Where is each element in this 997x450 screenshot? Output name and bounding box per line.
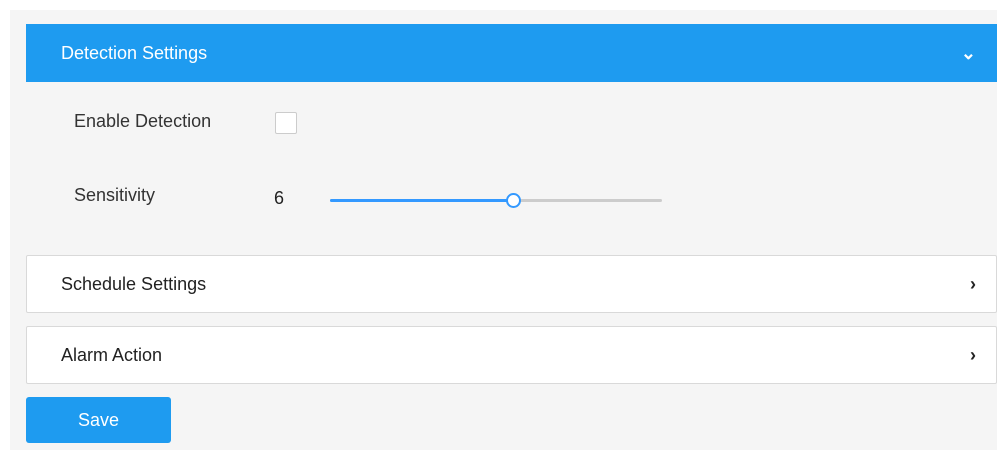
schedule-settings-title: Schedule Settings bbox=[61, 273, 207, 294]
sensitivity-value: 6 bbox=[274, 188, 285, 208]
enable-detection-label: Enable Detection bbox=[74, 111, 212, 131]
sensitivity-slider-fill bbox=[330, 199, 513, 202]
save-button[interactable]: Save bbox=[26, 397, 171, 443]
chevron-right-icon: › bbox=[970, 345, 976, 365]
sensitivity-slider[interactable] bbox=[330, 193, 662, 208]
alarm-action-title: Alarm Action bbox=[61, 344, 163, 365]
sensitivity-label: Sensitivity bbox=[74, 185, 156, 205]
schedule-settings-header[interactable]: Schedule Settings › bbox=[26, 255, 997, 313]
sensitivity-slider-thumb[interactable] bbox=[505, 193, 521, 208]
chevron-down-icon: ⌄ bbox=[960, 43, 976, 63]
settings-panel: Detection Settings ⌄ Enable Detection Se… bbox=[10, 10, 997, 450]
detection-settings-header[interactable]: Detection Settings ⌄ bbox=[26, 24, 997, 82]
alarm-action-header[interactable]: Alarm Action › bbox=[26, 326, 997, 384]
detection-settings-title: Detection Settings bbox=[61, 42, 208, 63]
chevron-right-icon: › bbox=[970, 274, 976, 294]
enable-detection-checkbox[interactable] bbox=[275, 112, 297, 134]
